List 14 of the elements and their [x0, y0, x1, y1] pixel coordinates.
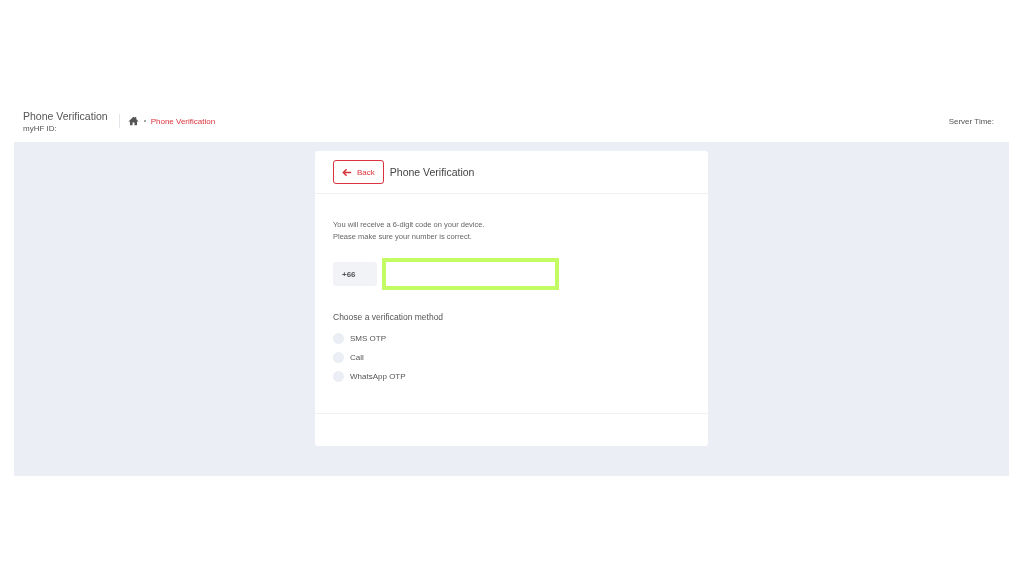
method-option[interactable]: WhatsApp OTP [350, 372, 406, 381]
user-id-label: myHF ID: [23, 123, 58, 133]
back-button[interactable]: Back [333, 160, 384, 184]
server-time-label: Server Time: [948, 116, 994, 126]
phone-input-field[interactable] [382, 258, 559, 290]
method-option[interactable]: Call [350, 353, 364, 362]
page-title: Phone Verification [23, 109, 108, 122]
breadcrumb-link[interactable]: Phone Verification [150, 116, 216, 126]
country-code: +66 [333, 262, 377, 286]
method-label: Choose a verification method [333, 312, 444, 322]
method-option[interactable]: SMS OTP [350, 334, 386, 343]
card-title: Phone Verification [389, 166, 475, 178]
home-icon[interactable] [127, 116, 139, 126]
arrow-left-icon [342, 167, 352, 177]
